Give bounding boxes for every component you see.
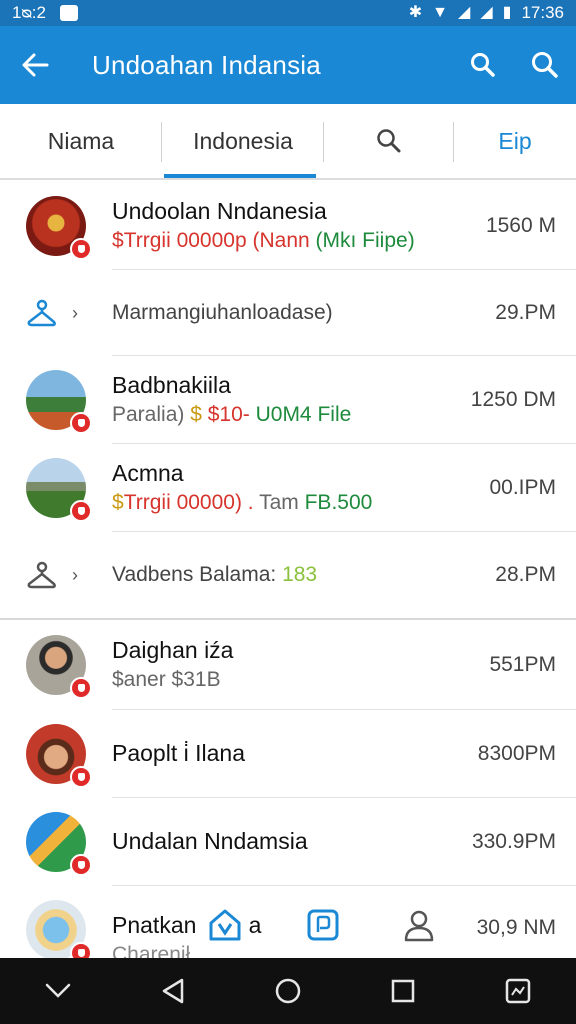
nav-home-button[interactable] [258,961,318,1021]
person-icon [404,910,434,942]
item-time: 29.PM [495,301,556,324]
nav-recents-button[interactable] [373,961,433,1021]
tab-label: Indonesia [193,127,293,154]
nav-back-button[interactable] [143,961,203,1021]
shield-icon [70,854,92,876]
arrow-left-icon [22,53,49,77]
item-time: 30,9 NM [476,916,556,939]
shield-icon [70,238,92,260]
currency-symbol: $ [112,491,124,514]
avatar [26,458,92,522]
tab-eip[interactable]: Eip [454,104,576,178]
subtitle-text: Paralia) [112,403,191,426]
list-item[interactable]: › Marmangiuhanloadase) 29.PM [0,270,576,356]
subtitle-amount: $10- [207,403,256,426]
chevron-down-icon [45,983,70,998]
chevron-right-icon: › [72,564,78,585]
hanger-icon [27,561,56,589]
home-icon [209,909,241,941]
nav-screenshot-button[interactable] [488,961,548,1021]
shield-icon [70,412,92,434]
search-icon [377,129,401,153]
item-time: 8300PM [477,742,556,765]
subtitle-accent: (Mkı Fiipe) [315,229,415,252]
tab-label: Eip [498,127,532,154]
item-title-tail: a [248,911,262,938]
conversation-list: Undoolan Nndanesia $Trrgii 00000p (Nann … [0,182,576,972]
search-icon [532,52,558,78]
item-title-accent: 183 [282,563,318,586]
chat-icon [307,909,339,941]
hanger-icon [27,299,56,327]
recents-square-icon [391,979,415,1003]
signal-2-icon: ◢ [480,4,493,21]
home-badge-button[interactable]: a [198,900,270,950]
tab-search[interactable] [324,104,454,178]
back-button[interactable] [0,26,70,104]
avatar [26,900,92,964]
shield-icon [70,500,92,522]
item-time: 28.PM [495,563,556,586]
item-time: 330.9PM [471,830,556,853]
subtitle-accent: FB.500 [304,491,373,514]
search-button[interactable] [452,26,514,104]
avatar [26,724,92,788]
list-item[interactable]: Badbnakiila Paralia) $ $10- U0M4 File 12… [0,356,576,444]
tab-label: Niama [47,127,115,154]
status-time-left: 1ᴓ:2 [12,3,46,22]
back-triangle-icon [162,978,184,1004]
chat-button[interactable] [298,900,348,950]
avatar [26,370,92,434]
item-time: 00.IPM [489,476,556,499]
list-item[interactable]: Daighan iźa $aner $31B 551PM [0,620,576,710]
currency-symbol: $ [112,229,124,252]
home-circle-icon [275,978,301,1004]
profile-button[interactable] [396,900,442,950]
notification-icon [59,5,78,21]
active-tab-indicator [164,174,316,178]
app-bar: Undoahan Indansia [0,26,576,104]
avatar [26,196,92,260]
shield-icon [70,766,92,788]
tab-bar: Niama Indonesia Eip [0,104,576,180]
subtitle-text: Trrgii 00000p (Nann [123,229,316,252]
status-time-right: 17:36 [521,3,564,22]
tab-niama[interactable]: Niama [0,104,162,178]
chevron-right-icon: › [72,302,78,323]
subtitle-accent: U0M4 File [255,403,352,426]
currency-symbol: $ [190,403,208,426]
item-time: 1250 DM [470,388,556,411]
shield-icon [70,677,92,699]
status-bar: 1ᴓ:2 ✱ ▼ ◢ ◢ ▮ 17:36 [0,0,576,26]
signal-icon: ◢ [458,4,471,21]
system-nav-bar [0,958,576,1024]
item-time: 1560 M [485,214,556,237]
search-button-2[interactable] [514,26,576,104]
list-item[interactable]: Acmna $Trrgii 00000) . Tam FB.500 00.IPM [0,444,576,532]
tab-indonesia[interactable]: Indonesia [162,104,324,178]
nav-down-button[interactable] [28,961,88,1021]
item-title-text: Vadbens Balama: [112,563,283,586]
subtitle-mid: Tam [259,491,305,514]
battery-icon: ▮ [502,4,512,21]
list-item[interactable]: › Vadbens Balama: 183 28.PM [0,532,576,620]
avatar [26,635,92,699]
list-item[interactable]: Undoolan Nndanesia $Trrgii 00000p (Nann … [0,182,576,270]
wifi-icon: ▼ [432,4,449,21]
screenshot-icon [506,978,531,1004]
bluetooth-icon: ✱ [408,4,423,21]
search-icon [471,53,495,77]
list-item[interactable]: Undalan Nndamsia 330.9PM [0,798,576,886]
list-item[interactable]: Paoplt i̇ Ilana 8300PM [0,710,576,798]
avatar [26,812,92,876]
item-title-text: Pnatkan [112,912,197,938]
subtitle-text: Trrgii 00000) . [123,491,260,514]
item-time: 551PM [489,653,556,676]
app-bar-title: Undoahan Indansia [92,49,321,80]
